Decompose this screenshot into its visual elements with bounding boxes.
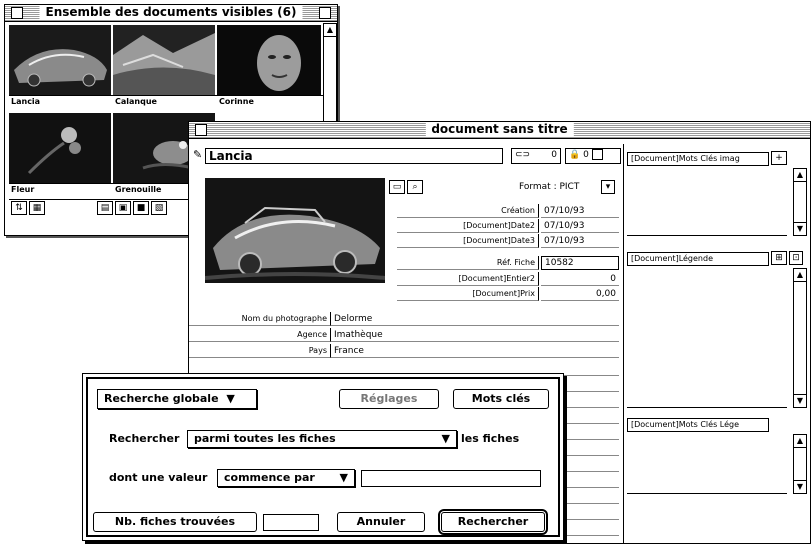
found-count-button[interactable]: Nb. fiches trouvées [93,512,257,532]
prix-value[interactable]: 0,00 [541,287,619,301]
format-label: Format : PICT [519,182,580,192]
legend-keywords-area[interactable] [627,434,787,494]
document-name-field[interactable]: Lancia [205,148,503,164]
legend-keywords-scrollbar[interactable]: ▲ ▼ [793,434,807,494]
date3-label: [Document]Date3 [397,234,539,248]
entier2-label: [Document]Entier2 [397,272,539,286]
operator-value: commence par [224,471,315,484]
sort-icon[interactable]: ⇅ [11,201,27,215]
set-window-title: Ensemble des documents visibles (6) [39,5,303,20]
thumbnail-label: Fleur [9,183,113,196]
creation-label: Création [397,204,539,218]
date2-value[interactable]: 07/10/93 [541,219,619,233]
checkbox-icon[interactable] [591,149,603,160]
ref-fiche-field[interactable]: 10582 [541,256,619,270]
settings-button[interactable]: Réglages [339,389,439,409]
keywords-button[interactable]: Mots clés [453,389,549,409]
legend-area[interactable] [627,268,787,408]
search-label: Rechercher [109,432,180,445]
link-counter: ⊂⊃ 0 [511,148,561,164]
zoom-box-icon[interactable] [319,7,331,19]
country-value[interactable]: France [331,344,619,358]
doc-window-titlebar[interactable]: document sans titre [189,122,810,139]
select-icon[interactable]: ■ [133,201,149,215]
right-panel-divider [623,144,624,544]
agency-label: Agence [189,328,331,342]
creation-value[interactable]: 07/10/93 [541,204,619,218]
close-box-icon[interactable] [11,7,23,19]
thumbnail-label: Calanque [113,95,217,108]
after-popup-text: les fiches [461,432,520,445]
scroll-up-icon[interactable]: ▲ [324,24,336,37]
document-picture[interactable] [205,178,385,283]
format-menu-icon[interactable]: ▾ [601,180,615,194]
thumbnail-label: Corinne [217,95,323,108]
date3-value[interactable]: 07/10/93 [541,234,619,248]
cancel-button[interactable]: Annuler [337,512,425,532]
image-keywords-scrollbar[interactable]: ▲ ▼ [793,168,807,236]
legend-scrollbar[interactable]: ▲ ▼ [793,268,807,408]
lock-icon: 🔒 [569,150,581,160]
scroll-down-icon[interactable]: ▼ [794,480,806,493]
chevron-down-icon: ▼ [226,392,235,405]
scroll-up-icon[interactable]: ▲ [794,435,806,448]
folder-icon[interactable]: ▭ [389,180,405,194]
prix-label: [Document]Prix [397,287,539,301]
magnifier-icon[interactable]: ⌕ [407,180,423,194]
scope-popup[interactable]: Recherche globale ▼ [97,389,257,409]
photographer-label: Nom du photographe [189,312,331,326]
scroll-up-icon[interactable]: ▲ [794,269,806,282]
ref-fiche-label: Réf. Fiche [397,256,539,270]
list-view-icon[interactable]: ▤ [97,201,113,215]
scroll-up-icon[interactable]: ▲ [794,169,806,182]
stamp-icon[interactable]: ⊡ [789,251,803,265]
image-keywords-label: [Document]Mots Clés imag [627,152,769,166]
entier2-value[interactable]: 0 [541,272,619,286]
close-box-icon[interactable] [195,124,207,136]
operator-popup[interactable]: commence par ▼ [217,469,355,487]
lock-counter: 🔒 0 [565,148,621,164]
scope-popup-value: Recherche globale [104,392,219,405]
photographer-value[interactable]: Delorme [331,312,619,326]
agency-value[interactable]: Imathèque [331,328,619,342]
pencil-icon: ✎ [193,148,203,161]
chevron-down-icon: ▼ [339,471,348,484]
search-dialog: Recherche globale ▼ Réglages Mots clés R… [82,373,564,541]
counter-b-value: 0 [583,150,589,160]
image-keywords-area[interactable] [627,168,787,236]
thumbnail-label: Lancia [9,95,113,108]
scroll-down-icon[interactable]: ▼ [794,222,806,235]
set-window-titlebar[interactable]: Ensemble des documents visibles (6) [5,5,337,22]
search-in-value: parmi toutes les fiches [194,432,336,445]
country-label: Pays [189,344,331,358]
chevron-down-icon: ▼ [441,432,450,445]
legend-label: [Document]Légende [627,252,769,266]
found-count-field [263,514,319,531]
grid-view-icon[interactable]: ▦ [29,201,45,215]
add-icon[interactable]: + [771,151,787,165]
link-icon: ⊂⊃ [515,150,531,160]
value-label: dont une valeur [109,471,208,484]
search-button[interactable]: Rechercher [441,512,545,532]
scroll-down-icon[interactable]: ▼ [794,394,806,407]
format-icon[interactable]: ▣ [115,201,131,215]
search-in-popup[interactable]: parmi toutes les fiches ▼ [187,430,457,448]
date2-label: [Document]Date2 [397,219,539,233]
counter-a-value: 0 [551,150,557,160]
mode-icon[interactable]: ▧ [151,201,167,215]
legend-keywords-label: [Document]Mots Clés Lége [627,418,769,432]
edit-icon[interactable]: ⊞ [771,251,787,265]
doc-window-title: document sans titre [425,122,574,137]
value-input[interactable] [361,470,541,487]
